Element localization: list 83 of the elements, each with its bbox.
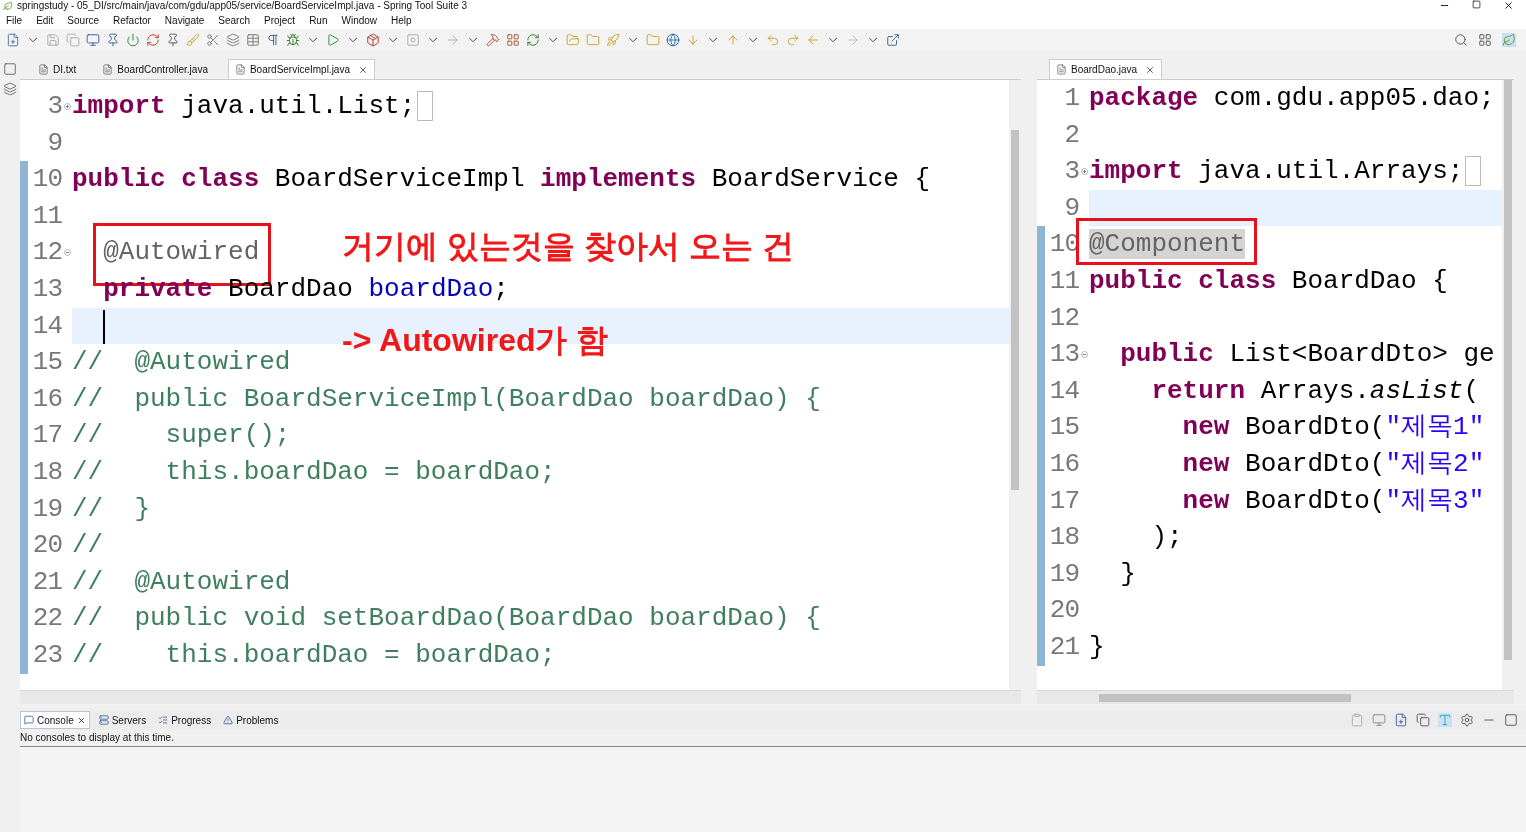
code-line: // } <box>72 492 150 526</box>
line-number: 21 <box>31 565 62 599</box>
editor-tab[interactable]: BoardDao.java <box>1049 59 1163 79</box>
menu-item[interactable]: Help <box>391 12 412 28</box>
code-line: } <box>1089 630 1105 664</box>
code-line: public class BoardServiceImpl implements BoardService { <box>72 163 931 197</box>
line-number: 19 <box>31 492 62 526</box>
code-line: @Autowired <box>102 236 260 270</box>
line-number: 12 <box>31 236 62 270</box>
line-number: 2 <box>1063 118 1079 152</box>
tab-label: DI.txt <box>53 62 77 77</box>
menu-item[interactable]: Run <box>309 12 328 28</box>
tab-label: BoardServiceImpl.java <box>249 63 350 77</box>
menu-item[interactable]: Project <box>264 12 296 28</box>
line-number: 20 <box>1048 594 1079 628</box>
tab-label: Progress <box>171 713 212 728</box>
code-line: import java.util.Arrays; <box>1089 155 1464 189</box>
line-number: 18 <box>31 455 62 489</box>
line-number: 18 <box>1048 521 1079 555</box>
line-number: 3 <box>46 90 62 123</box>
code-line: // public BoardServiceImpl(BoardDao boardDao) { <box>72 382 821 416</box>
line-number: 9 <box>46 126 62 160</box>
line-number: 22 <box>31 602 62 636</box>
menu-item[interactable]: Refactor <box>113 12 151 28</box>
line-number: 20 <box>31 529 62 563</box>
window-title: springstudy - 05_DI/src/main/java/com/gdu/app05/service/BoardServiceImpl.java - Spring Tool Suite 3 <box>17 0 468 11</box>
line-number: 13 <box>1048 338 1079 372</box>
line-number: 12 <box>1048 301 1079 335</box>
annotation-note: 거기에 있는것을 찾아서 오는 건 <box>342 228 794 264</box>
line-number: 16 <box>31 382 62 416</box>
code-line: } <box>1119 557 1136 591</box>
editor-tab[interactable]: BoardServiceImpl.java <box>227 59 375 79</box>
menu-item[interactable]: Window <box>341 12 378 28</box>
code-line: public List<BoardDto> ge <box>1119 338 1495 372</box>
line-number: 15 <box>31 346 62 380</box>
tab-label: BoardDao.java <box>1071 63 1138 77</box>
code-line: // public void setBoardDao(BoardDao boardDao) { <box>72 602 821 636</box>
line-number: 19 <box>1048 557 1079 591</box>
line-number: 11 <box>31 199 62 233</box>
line-number: 14 <box>31 309 62 343</box>
code-line: // this.boardDao = boardDao; <box>72 638 556 672</box>
code-line: import java.util.List; <box>72 90 416 123</box>
editor-tab[interactable]: DI.txt <box>32 59 83 79</box>
line-number: 17 <box>1048 484 1079 518</box>
line-number: 21 <box>1048 630 1079 664</box>
menu-item[interactable]: File <box>6 12 23 28</box>
panel-tab[interactable]: Problems <box>220 711 282 729</box>
menu-item[interactable]: Source <box>67 12 100 28</box>
tab-label: Servers <box>111 713 147 728</box>
code-line: new BoardDto("제목1" <box>1181 411 1485 445</box>
panel-tab[interactable]: Servers <box>95 711 150 729</box>
code-line: new BoardDto("제목2" <box>1181 447 1485 481</box>
code-line: // this.boardDao = boardDao; <box>72 455 556 489</box>
menu-item[interactable]: Edit <box>36 12 54 28</box>
code-line: package com.gdu.app05.dao; <box>1089 82 1495 115</box>
menu-item[interactable]: Navigate <box>164 12 205 28</box>
code-line: ); <box>1150 521 1183 555</box>
code-line: return Arrays.asList( <box>1150 374 1480 408</box>
code-line: // @Autowired <box>72 346 291 380</box>
panel-tab[interactable]: Progress <box>155 711 215 729</box>
code-line: // @Autowired <box>72 565 291 599</box>
line-number: 23 <box>31 638 62 672</box>
line-number: 10 <box>31 163 62 197</box>
menu-item[interactable]: Search <box>218 12 250 28</box>
annotation-note: -> Autowired가 함 <box>342 322 609 358</box>
tab-label: Problems <box>236 713 279 728</box>
tab-label: Console <box>37 713 74 728</box>
code-line: // <box>72 529 104 563</box>
code-line: public class BoardDao { <box>1089 264 1448 298</box>
line-number: 1 <box>1063 82 1079 115</box>
line-number: 16 <box>1048 447 1079 481</box>
line-number: 13 <box>31 272 62 306</box>
line-number: 11 <box>1048 264 1079 298</box>
line-number: 17 <box>31 419 62 453</box>
line-number: 3 <box>1063 155 1079 189</box>
panel-tab[interactable]: Console <box>20 711 90 729</box>
line-number: 15 <box>1048 411 1079 445</box>
tab-label: BoardController.java <box>117 62 208 77</box>
code-line: // super(); <box>72 419 291 453</box>
line-number: 9 <box>1063 191 1079 225</box>
editor-tab[interactable]: BoardController.java <box>96 59 214 79</box>
line-number: 14 <box>1048 374 1079 408</box>
code-line: new BoardDto("제목3" <box>1181 484 1485 518</box>
